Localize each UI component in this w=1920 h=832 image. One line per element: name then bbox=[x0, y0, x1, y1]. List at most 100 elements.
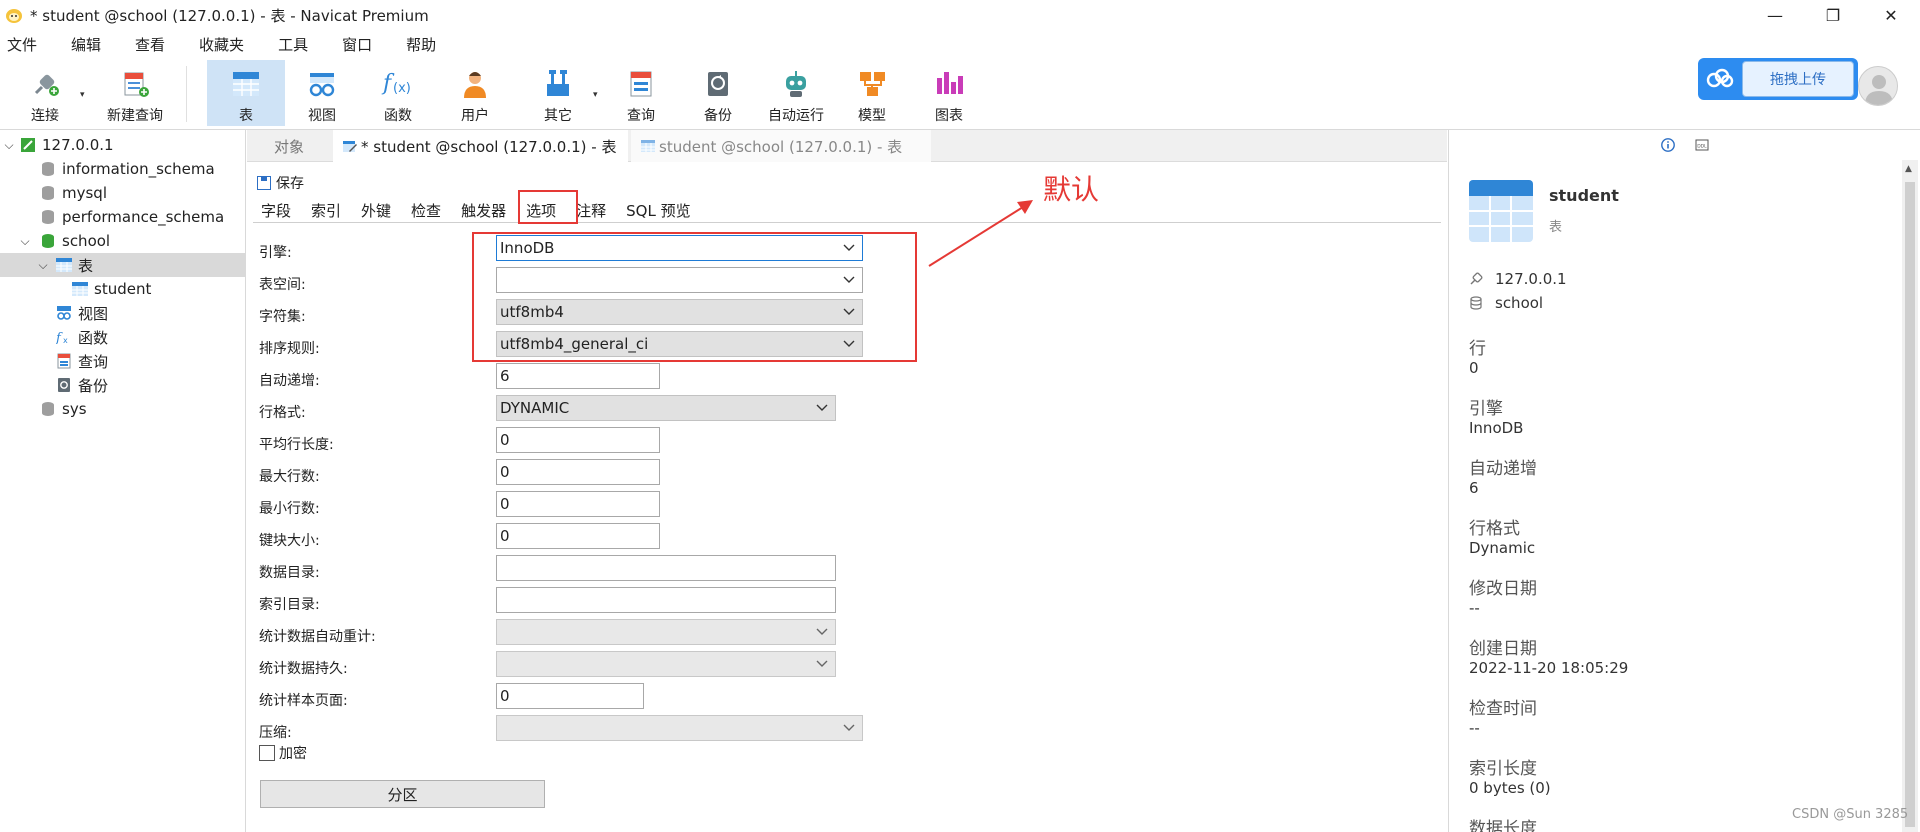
navigation-tree: ⌵ 127.0.0.1 information_schema mysql per… bbox=[0, 130, 246, 832]
menu-view[interactable]: 查看 bbox=[127, 34, 173, 55]
new-query-button[interactable]: 新建查询 bbox=[92, 60, 178, 126]
info-database: school bbox=[1469, 294, 1543, 312]
model-button[interactable]: 模型 bbox=[840, 60, 904, 126]
menu-window[interactable]: 窗口 bbox=[334, 34, 380, 55]
subtab-checks[interactable]: 检查 bbox=[403, 198, 449, 222]
avg-row-length-input[interactable]: 0 bbox=[496, 427, 660, 453]
subtab-foreign-keys[interactable]: 外键 bbox=[353, 198, 399, 222]
stats-persistent-select[interactable] bbox=[496, 651, 836, 677]
menu-edit[interactable]: 编辑 bbox=[63, 34, 109, 55]
encryption-label: 加密 bbox=[279, 746, 307, 762]
collation-select[interactable]: utf8mb4_general_ci bbox=[496, 331, 863, 357]
menu-help[interactable]: 帮助 bbox=[398, 34, 444, 55]
tree-db-performance-schema[interactable]: performance_schema bbox=[0, 205, 246, 229]
max-rows-value: 0 bbox=[500, 463, 510, 481]
cloud-icon bbox=[1698, 58, 1742, 100]
stats-auto-recalc-select[interactable] bbox=[496, 619, 836, 645]
plug-icon bbox=[1469, 272, 1483, 286]
encryption-checkbox[interactable] bbox=[259, 745, 275, 761]
upload-button[interactable]: 拖拽上传 bbox=[1742, 61, 1854, 97]
tab-objects[interactable]: 对象 bbox=[247, 130, 331, 162]
save-button[interactable]: 保存 bbox=[257, 172, 304, 194]
stats-sample-pages-input[interactable]: 0 bbox=[496, 683, 644, 709]
info-modified-key: 修改日期 bbox=[1469, 579, 1537, 599]
info-panel-scrollbar[interactable]: ▲ bbox=[1902, 160, 1918, 832]
chevron-down-icon bbox=[842, 305, 856, 319]
subtab-indexes[interactable]: 索引 bbox=[303, 198, 349, 222]
engine-select[interactable]: InnoDB bbox=[496, 235, 863, 261]
tree-db-school[interactable]: ⌵ school bbox=[0, 229, 246, 253]
connect-dropdown-icon[interactable]: ▾ bbox=[80, 90, 85, 100]
info-connection: 127.0.0.1 bbox=[1469, 270, 1567, 288]
tree-functions-folder[interactable]: fx 函数 bbox=[0, 325, 246, 349]
maximize-button[interactable]: ❐ bbox=[1804, 0, 1862, 30]
index-directory-label: 索引目录: bbox=[259, 597, 320, 613]
backup-button[interactable]: 备份 bbox=[686, 60, 750, 126]
tree-views-folder[interactable]: 视图 bbox=[0, 301, 246, 325]
close-button[interactable]: ✕ bbox=[1862, 0, 1920, 30]
chevron-down-icon[interactable]: ⌵ bbox=[18, 234, 32, 249]
chevron-down-icon[interactable]: ⌵ bbox=[36, 258, 50, 273]
chart-icon bbox=[929, 64, 969, 104]
query-button[interactable]: 查询 bbox=[609, 60, 673, 126]
other-button[interactable]: 其它 bbox=[526, 60, 590, 126]
tablespace-select[interactable] bbox=[496, 267, 863, 293]
upload-widget[interactable]: 拖拽上传 bbox=[1698, 58, 1858, 100]
tree-db-information-schema[interactable]: information_schema bbox=[0, 157, 246, 181]
tree-db-sys[interactable]: sys bbox=[0, 397, 246, 421]
compression-select[interactable] bbox=[496, 715, 863, 741]
info-icon[interactable] bbox=[1661, 138, 1675, 152]
subtab-fields[interactable]: 字段 bbox=[253, 198, 299, 222]
encryption-checkbox-row[interactable]: 加密 bbox=[259, 743, 307, 763]
tree-queries-folder[interactable]: 查询 bbox=[0, 349, 246, 373]
info-index-length-value: 0 bytes (0) bbox=[1469, 779, 1551, 797]
other-dropdown-icon[interactable]: ▾ bbox=[593, 90, 598, 100]
key-block-size-input[interactable]: 0 bbox=[496, 523, 660, 549]
tree-functions-label: 函数 bbox=[78, 328, 109, 347]
tree-table-student[interactable]: student bbox=[0, 277, 246, 301]
table-icon bbox=[641, 139, 655, 153]
database-icon bbox=[40, 209, 56, 225]
subtab-triggers[interactable]: 触发器 bbox=[453, 198, 514, 222]
scroll-up-icon[interactable]: ▲ bbox=[1905, 164, 1912, 174]
user-button[interactable]: 用户 bbox=[443, 60, 507, 126]
max-rows-input[interactable]: 0 bbox=[496, 459, 660, 485]
subtab-options[interactable]: 选项 bbox=[518, 198, 565, 222]
menu-file[interactable]: 文件 bbox=[0, 34, 45, 55]
info-index-length-key: 索引长度 bbox=[1469, 759, 1537, 779]
partition-button[interactable]: 分区 bbox=[260, 780, 545, 808]
scrollbar-thumb[interactable] bbox=[1905, 182, 1915, 827]
tab-student-design[interactable]: * student @school (127.0.0.1) - 表 bbox=[333, 130, 628, 162]
automation-button[interactable]: 自动运行 bbox=[758, 60, 834, 126]
menu-favorites[interactable]: 收藏夹 bbox=[191, 34, 252, 55]
tree-backups-folder[interactable]: 备份 bbox=[0, 373, 246, 397]
tree-db-mysql[interactable]: mysql bbox=[0, 181, 246, 205]
table-button[interactable]: 表 bbox=[207, 60, 285, 126]
charset-select[interactable]: utf8mb4 bbox=[496, 299, 863, 325]
avatar[interactable] bbox=[1858, 66, 1898, 106]
view-button[interactable]: 视图 bbox=[290, 60, 354, 126]
tab-student-data[interactable]: student @school (127.0.0.1) - 表 bbox=[631, 130, 931, 162]
connect-button[interactable]: 连接 bbox=[14, 60, 76, 126]
tree-tables-folder[interactable]: ⌵ 表 bbox=[0, 253, 246, 277]
row-format-select[interactable]: DYNAMIC bbox=[496, 395, 836, 421]
stats-sample-pages-label: 统计样本页面: bbox=[259, 693, 348, 709]
info-row-format-value: Dynamic bbox=[1469, 539, 1536, 557]
tree-connection[interactable]: ⌵ 127.0.0.1 bbox=[0, 133, 246, 157]
auto-increment-input[interactable]: 6 bbox=[496, 363, 660, 389]
menu-tools[interactable]: 工具 bbox=[270, 34, 316, 55]
navicat-app-icon bbox=[6, 9, 22, 23]
function-button[interactable]: f (x) 函数 bbox=[366, 60, 430, 126]
subtab-comment[interactable]: 注释 bbox=[568, 198, 614, 222]
table-designer: 对象 * student @school (127.0.0.1) - 表 stu… bbox=[247, 130, 1447, 832]
minimize-button[interactable]: — bbox=[1746, 0, 1804, 30]
watermark: CSDN @Sun 3285 bbox=[1792, 807, 1909, 822]
chevron-down-icon[interactable]: ⌵ bbox=[2, 138, 16, 153]
subtab-sql-preview[interactable]: SQL 预览 bbox=[618, 198, 698, 222]
chart-button[interactable]: 图表 bbox=[917, 60, 981, 126]
other-label: 其它 bbox=[544, 108, 572, 124]
data-directory-input[interactable] bbox=[496, 555, 836, 581]
ddl-icon[interactable]: DDL bbox=[1695, 138, 1709, 152]
min-rows-input[interactable]: 0 bbox=[496, 491, 660, 517]
index-directory-input[interactable] bbox=[496, 587, 836, 613]
